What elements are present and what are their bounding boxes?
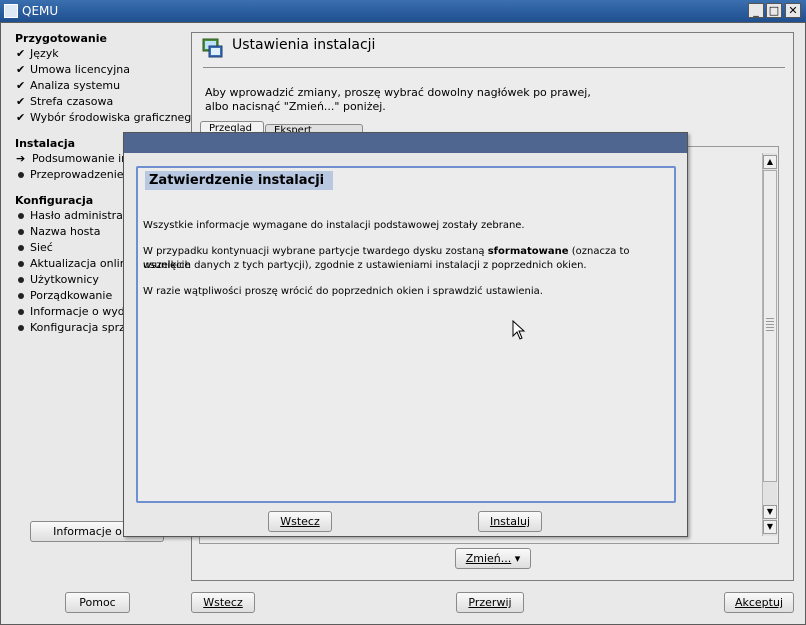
abort-button[interactable]: Przerwij	[456, 592, 524, 613]
sidebar-item-language: ✔ Język	[16, 47, 59, 62]
bullet-icon	[18, 244, 24, 251]
sidebar-item-system-analysis: ✔ Analiza systemu	[16, 79, 120, 94]
sidebar-item-label: Umowa licencyjna	[30, 63, 130, 76]
sidebar-item-label: Język	[30, 47, 59, 60]
accept-button[interactable]: Akceptuj	[724, 592, 794, 613]
dialog-paragraph-1: Wszystkie informacje wymagane do instala…	[143, 220, 525, 231]
installation-settings-icon	[202, 37, 224, 59]
scroll-up-icon[interactable]: ▲	[763, 155, 777, 169]
sidebar-item-desktop: ✔ Wybór środowiska graficznego	[16, 111, 198, 126]
checkmark-icon: ✔	[16, 47, 26, 60]
sidebar-item-label: Analiza systemu	[30, 79, 121, 92]
bullet-icon	[18, 324, 24, 331]
sidebar-item-license: ✔ Umowa licencyjna	[16, 63, 130, 78]
bullet-icon	[18, 228, 24, 235]
checkmark-icon: ✔	[16, 95, 26, 108]
chevron-down-icon: ▾	[514, 552, 521, 565]
section-title-configuration: Konfiguracja	[15, 194, 94, 207]
dialog-titlebar	[124, 133, 687, 153]
section-title-installation: Instalacja	[15, 137, 76, 150]
sidebar-item-hostname: Nazwa hosta	[16, 225, 100, 240]
paragraph-2-prefix: W przypadku kontynuacji wybrane partycje…	[143, 246, 488, 257]
sidebar-item-label: Strefa czasowa	[30, 95, 114, 108]
sidebar-item-label: Użytkownicy	[30, 273, 99, 286]
sidebar-item-users: Użytkownicy	[16, 273, 99, 288]
dialog-paragraph-3: W razie wątpliwości proszę wrócić do pop…	[143, 286, 543, 297]
mouse-pointer-icon	[512, 319, 526, 340]
sidebar-item-label: Informacje o wyda	[30, 305, 132, 318]
sidebar-item-label: Porządkowanie	[30, 289, 113, 302]
sidebar-item-release-notes: Informacje o wyda	[16, 305, 131, 320]
sidebar-item-hardware-config: Konfiguracja sprzę	[16, 321, 132, 336]
sidebar-item-timezone: ✔ Strefa czasowa	[16, 95, 113, 110]
description-line-2: albo nacisnąć "Zmień..." poniżej.	[205, 100, 386, 113]
sidebar-item-summary: ➔ Podsumowanie ins	[16, 152, 134, 167]
dialog-back-button[interactable]: Wstecz	[268, 511, 332, 532]
sidebar-item-cleanup: Porządkowanie	[16, 289, 112, 304]
current-step-arrow-icon: ➔	[16, 152, 26, 165]
change-button-label: Zmień...	[465, 552, 512, 565]
scroll-down-icon[interactable]: ▼	[763, 505, 777, 519]
scroll-down-icon[interactable]: ▼	[763, 520, 777, 534]
sidebar-item-label: Aktualizacja online	[30, 257, 134, 270]
scroll-grip-icon	[766, 318, 774, 332]
bullet-icon	[18, 212, 24, 219]
window-titlebar: QEMU _ □ ✕	[0, 0, 806, 22]
divider	[203, 67, 785, 68]
sidebar-item-root-password: Hasło administrato	[16, 209, 134, 224]
qemu-app-icon	[4, 4, 18, 18]
bullet-icon	[18, 276, 24, 283]
help-button[interactable]: Pomoc	[65, 592, 130, 613]
description-line-1: Aby wprowadzić zmiany, proszę wybrać dow…	[205, 86, 591, 99]
dialog-install-button[interactable]: Instaluj	[478, 511, 542, 532]
bullet-icon	[18, 292, 24, 299]
sidebar-item-label: Wybór środowiska graficznego	[30, 111, 199, 124]
section-title-preparation: Przygotowanie	[15, 32, 107, 45]
sidebar-item-label: Nazwa hosta	[30, 225, 101, 238]
dialog-content-frame	[136, 166, 676, 503]
checkmark-icon: ✔	[16, 111, 26, 124]
bullet-icon	[18, 171, 24, 178]
sidebar-item-label: Sieć	[30, 241, 53, 254]
sidebar-item-label: Hasło administrato	[30, 209, 134, 222]
minimize-icon[interactable]: _	[748, 3, 764, 18]
close-icon[interactable]: ✕	[785, 3, 801, 18]
checkmark-icon: ✔	[16, 63, 26, 76]
back-button[interactable]: Wstecz	[191, 592, 255, 613]
sidebar-item-perform-install: Przeprowadzenie i	[16, 168, 130, 183]
bullet-icon	[18, 260, 24, 267]
sidebar-item-label: Konfiguracja sprzę	[30, 321, 132, 334]
sidebar-item-label: Przeprowadzenie i	[30, 168, 131, 181]
sidebar-item-online-update: Aktualizacja online	[16, 257, 133, 272]
page-title: Ustawienia instalacji	[232, 37, 376, 53]
paragraph-2-bold: sformatowane	[487, 246, 569, 257]
dialog-paragraph-2-line-2: wszelkich danych z tych partycji), zgodn…	[143, 260, 587, 271]
bullet-icon	[18, 308, 24, 315]
window-title: QEMU	[22, 4, 59, 18]
checkmark-icon: ✔	[16, 79, 26, 92]
sidebar-item-network: Sieć	[16, 241, 53, 256]
dialog-heading: Zatwierdzenie instalacji	[145, 171, 333, 190]
sidebar-item-label: Podsumowanie ins	[32, 152, 134, 165]
maximize-icon[interactable]: □	[766, 3, 782, 18]
change-button[interactable]: Zmień... ▾	[455, 548, 531, 569]
